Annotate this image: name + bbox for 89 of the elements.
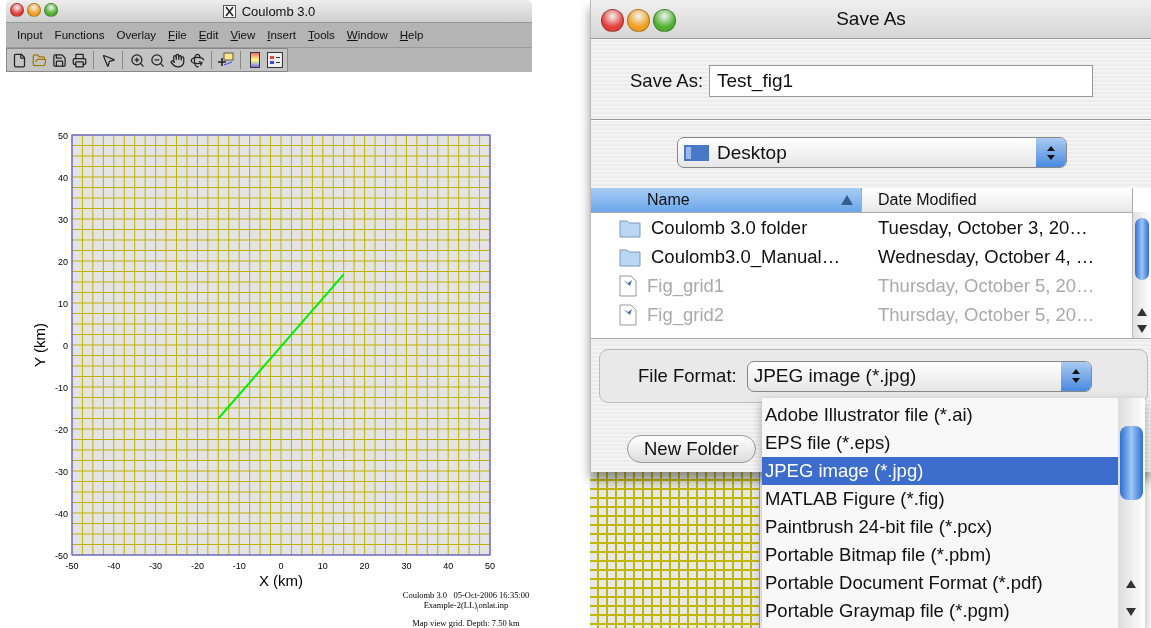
menu-item[interactable]: Input — [11, 29, 49, 41]
menu-item[interactable]: File — [162, 29, 193, 41]
tick-label: 10 — [317, 561, 328, 571]
plot-caption: Coulomb 3.0 05-Oct-2006 16:35:00 — [402, 590, 530, 601]
tick-label: 30 — [401, 561, 412, 571]
date-modified: Tuesday, October 3, 20… — [877, 216, 1088, 239]
tick-label: 10 — [58, 299, 68, 309]
field-label: File Format: — [638, 365, 737, 387]
data-cursor-icon[interactable] — [217, 51, 235, 69]
tick-label: 40 — [58, 173, 68, 183]
axis-label: Y (km) — [31, 323, 48, 367]
zoom-button[interactable] — [44, 3, 58, 17]
zoom-button[interactable] — [653, 9, 676, 32]
scroll-down-icon[interactable] — [1126, 608, 1136, 616]
image-file-icon — [619, 303, 637, 326]
desktop-icon — [684, 142, 709, 163]
tick-label: -50 — [55, 551, 68, 561]
column-header[interactable]: Name — [591, 188, 862, 212]
menu-option[interactable]: EPS file (*.eps) — [762, 429, 1118, 457]
tick-label: 30 — [58, 215, 68, 225]
date-modified: Thursday, October 5, 20… — [877, 303, 1095, 326]
tick-label: 0 — [278, 561, 284, 571]
tick-label: -20 — [55, 425, 68, 435]
menu-item[interactable]: Help — [393, 29, 430, 41]
menu-item[interactable]: Insert — [261, 29, 302, 41]
menu-option[interactable]: Adobe Illustrator file (*.ai) — [762, 401, 1118, 429]
menu-option[interactable]: Portable Bitmap file (*.pbm) — [762, 541, 1118, 569]
format-popup[interactable]: JPEG image (*.jpg) — [746, 360, 1092, 392]
print-icon[interactable] — [70, 51, 88, 69]
tick-label: -40 — [107, 561, 121, 571]
scroll-up-icon[interactable] — [1137, 308, 1147, 316]
menu-option[interactable]: Portable Document Format (*.pdf) — [762, 569, 1118, 597]
zoom-in-icon[interactable] — [128, 51, 146, 69]
folder-icon — [619, 217, 641, 238]
tick-label: 0 — [63, 341, 68, 351]
menu-item[interactable]: Edit — [192, 29, 225, 41]
folder-icon — [619, 246, 641, 267]
date-modified: Wednesday, October 4, … — [877, 245, 1095, 268]
scroll-down-icon[interactable] — [1137, 325, 1147, 333]
dialog-button[interactable]: New Folder — [627, 435, 756, 463]
dialog-title: Save As — [836, 8, 906, 30]
menu-option[interactable]: MATLAB Figure (*.fig) — [762, 485, 1118, 513]
scroll-up-icon[interactable] — [1126, 580, 1136, 588]
menu-option[interactable]: JPEG image (*.jpg) — [762, 457, 1118, 485]
tick-label: -10 — [55, 383, 68, 393]
date-modified: Thursday, October 5, 20… — [877, 274, 1095, 297]
menu-item[interactable]: Tools — [302, 29, 341, 41]
location-popup[interactable]: Desktop — [677, 137, 1067, 168]
column-header[interactable]: Date Modified — [862, 188, 1133, 212]
file-name[interactable]: Coulomb3.0_Manual… — [591, 245, 862, 268]
tick-label: 50 — [485, 561, 495, 571]
file-name[interactable]: Coulomb 3.0 folder — [591, 216, 862, 239]
minimize-button[interactable] — [627, 9, 650, 32]
menu-option[interactable]: Portable Graymap file (*.pgm) — [762, 597, 1118, 625]
tick-label: -10 — [232, 561, 246, 571]
menu-item[interactable]: Overlay — [110, 29, 163, 41]
plot-caption: Example-2(LL)$_{|}$onlat.inp — [423, 600, 509, 614]
tick-label: -50 — [65, 561, 79, 571]
minimize-button[interactable] — [27, 3, 41, 17]
tick-label: 20 — [58, 257, 68, 267]
menu-option[interactable]: Paintbrush 24-bit file (*.pcx) — [762, 513, 1118, 541]
legend-icon[interactable] — [266, 51, 284, 69]
save-icon[interactable] — [50, 51, 68, 69]
x-logo-icon — [222, 4, 236, 18]
stepper-arrows-icon — [1070, 367, 1081, 385]
plot-caption: Map view grid. Depth: 7.50 km — [412, 618, 520, 628]
tick-label: 20 — [359, 561, 370, 571]
menu-item[interactable]: View — [224, 29, 262, 41]
menu-item[interactable]: Functions — [48, 29, 111, 41]
tick-label: 50 — [58, 131, 68, 141]
sort-arrow-icon — [841, 195, 853, 205]
image-file-icon — [619, 274, 637, 297]
tick-label: -30 — [55, 467, 68, 477]
close-button[interactable] — [10, 3, 24, 17]
hand-icon[interactable] — [168, 51, 186, 69]
scrollbar[interactable] — [1132, 212, 1151, 338]
field-label: Save As: — [630, 70, 703, 92]
filename-field[interactable]: Test_fig1 — [709, 65, 1093, 97]
axis-label: X (km) — [258, 572, 304, 589]
zoom-out-icon[interactable] — [148, 51, 166, 69]
menu-item[interactable]: Window — [340, 29, 394, 41]
tick-label: -30 — [149, 561, 163, 571]
tick-label: -20 — [190, 561, 204, 571]
tick-label: 40 — [443, 561, 454, 571]
rotate-3d-icon[interactable] — [188, 51, 206, 69]
tick-label: -40 — [55, 509, 68, 519]
window-title: Coulomb 3.0 — [241, 3, 316, 19]
scrollbar[interactable] — [1118, 398, 1145, 628]
close-button[interactable] — [601, 9, 624, 32]
